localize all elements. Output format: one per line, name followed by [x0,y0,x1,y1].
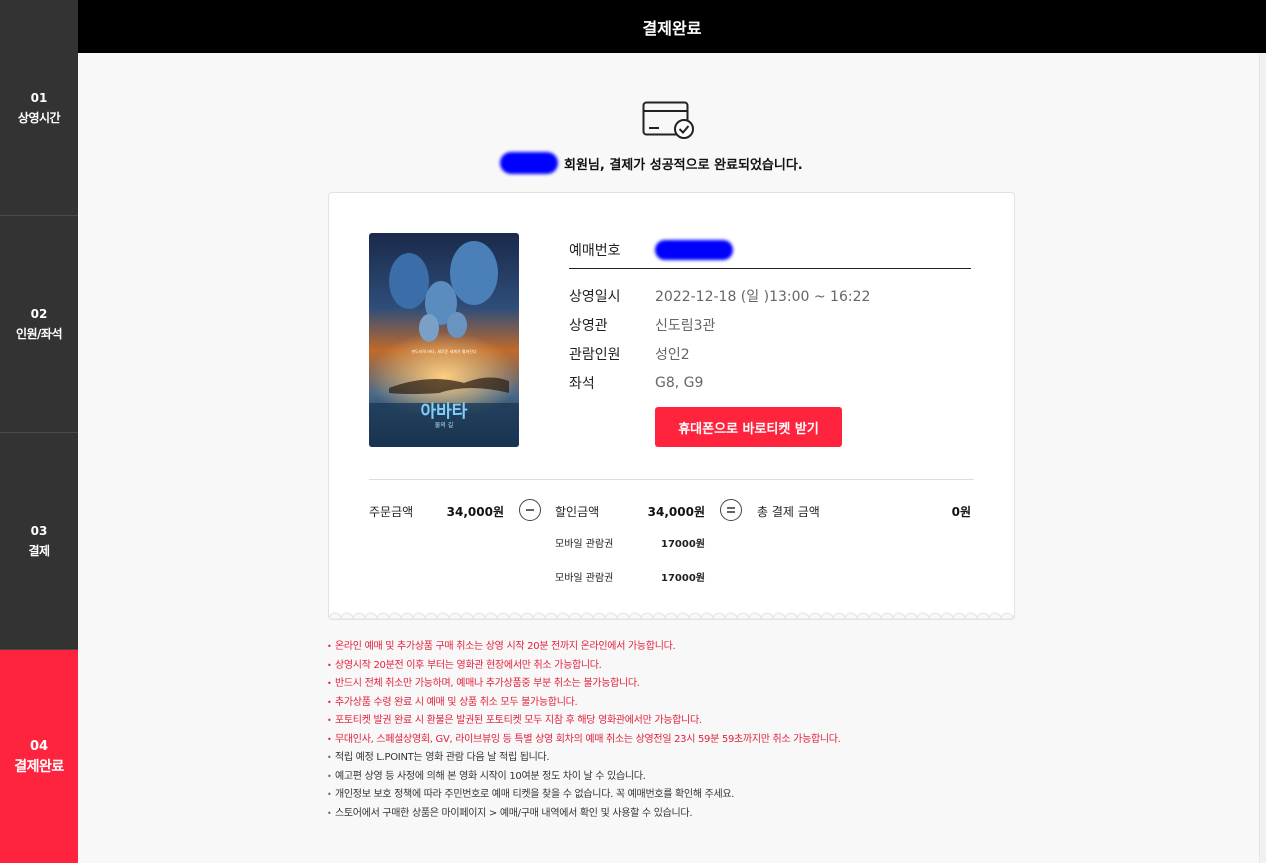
step-payment[interactable]: 03 결제 [0,433,78,650]
reservation-label: 예매번호 [569,242,621,259]
step-people-seat[interactable]: 02 인원/좌석 [0,216,78,433]
equals-circle-icon [720,499,742,521]
ticket-scallop-edge [329,612,1014,619]
page-title-bar: 결제완료 [78,0,1266,53]
info-row-datetime: 상영일시 2022-12-18 (일 )13:00 ~ 16:22 [569,281,971,310]
discount-amount-value: 34,000원 [647,505,705,519]
notice-item: 적립 예정 L.POINT는 영화 관람 다음 날 적립 됩니다. [327,749,927,768]
notice-item: 예고편 상영 등 사정에 의해 본 영화 시작이 10여분 정도 차이 날 수 … [327,768,927,787]
poster-subtitle: 물의 길 [435,421,453,429]
discount-item-label: 모바일 관람권 [555,573,614,584]
info-value: 2022-12-18 (일 )13:00 ~ 16:22 [655,288,871,305]
info-row-people: 관람인원 성인2 [569,339,971,368]
step-number: 01 [30,90,48,105]
mobile-ticket-button[interactable]: 휴대폰으로 바로티켓 받기 [655,407,842,447]
redacted-username [500,152,558,174]
info-row-theater: 상영관 신도림3관 [569,310,971,339]
info-value: 성인2 [655,346,690,363]
poster-tagline: 판도라의 바다, 새로운 세계가 펼쳐진다 [411,348,477,354]
step-number: 03 [30,524,48,538]
minus-circle-icon [519,499,541,521]
success-text: 회원님, 결제가 성공적으로 완료되었습니다. [564,157,803,173]
section-divider [369,479,974,480]
notice-item: 온라인 예매 및 추가상품 구매 취소는 상영 시작 20분 전까지 온라인에서… [327,638,927,657]
step-showtime[interactable]: 01 상영시간 [0,0,78,216]
order-amount-label: 주문금액 [369,505,414,519]
step-label: 결제완료 [14,758,64,775]
info-value: 신도림3관 [655,317,716,334]
scrollbar[interactable] [1259,53,1266,863]
step-label: 결제 [28,544,50,558]
step-sidebar: 01 상영시간 02 인원/좌석 03 결제 04 결제완료 [0,0,78,863]
total-amount-label: 총 결제 금액 [757,505,820,519]
reservation-number-row: 예매번호 [569,231,971,269]
step-label: 상영시간 [17,110,61,125]
movie-poster: 판도라의 바다, 새로운 세계가 펼쳐진다 아바타 물의 길 [369,233,519,447]
payment-summary: 주문금액 34,000원 할인금액 34,000원 모바일 관람권 17000원… [369,499,974,599]
discount-item-amount: 17000원 [661,573,705,584]
discount-item-label: 모바일 관람권 [555,539,614,550]
info-label: 좌석 [569,375,595,392]
order-amount-value: 34,000원 [446,505,504,519]
redacted-reservation-number [655,239,733,260]
discount-item-amount: 17000원 [661,539,705,550]
poster-title: 아바타 [421,402,468,422]
total-amount-value: 0원 [951,505,971,519]
notice-item: 포토티켓 발권 완료 시 환불은 발권된 포토티켓 모두 지참 후 해당 영화관… [327,712,927,731]
step-number: 02 [30,307,48,321]
ticket-summary: 판도라의 바다, 새로운 세계가 펼쳐진다 아바타 물의 길 예매번호 상영일시… [328,192,1015,620]
notice-item: 상영시작 20분전 이후 부터는 영화관 현장에서만 취소 가능합니다. [327,657,927,676]
info-label: 관람인원 [569,346,621,363]
page-title: 결제완료 [642,18,702,38]
notice-item: 스토어에서 구매한 상품은 마이페이지 > 예매/구매 내역에서 확인 및 사용… [327,805,927,824]
info-row-seats: 좌석 G8, G9 [569,368,971,397]
step-label: 인원/좌석 [15,327,63,341]
notice-item: 무대인사, 스페셜상영회, GV, 라이브뷰잉 등 특별 상영 회차의 예매 취… [327,731,927,750]
notice-item: 추가상품 수령 완료 시 예매 및 상품 취소 모두 불가능합니다. [327,694,927,713]
success-message: 회원님, 결제가 성공적으로 완료되었습니다. [500,152,840,174]
info-value: G8, G9 [655,374,704,391]
booking-info: 예매번호 상영일시 2022-12-18 (일 )13:00 ~ 16:22 상… [569,231,971,447]
card-check-icon [642,101,694,139]
notice-list: 온라인 예매 및 추가상품 구매 취소는 상영 시작 20분 전까지 온라인에서… [327,638,927,823]
step-number: 04 [29,738,49,754]
info-label: 상영일시 [569,288,621,305]
discount-amount-label: 할인금액 [555,505,600,519]
notice-item: 반드시 전체 취소만 가능하며, 예매나 추가상품중 부분 취소는 불가능합니다… [327,675,927,694]
info-label: 상영관 [569,317,608,334]
notice-item: 개인정보 보호 정책에 따라 주민번호로 예매 티켓을 찾을 수 없습니다. 꼭… [327,786,927,805]
step-complete: 04 결제완료 [0,650,78,863]
